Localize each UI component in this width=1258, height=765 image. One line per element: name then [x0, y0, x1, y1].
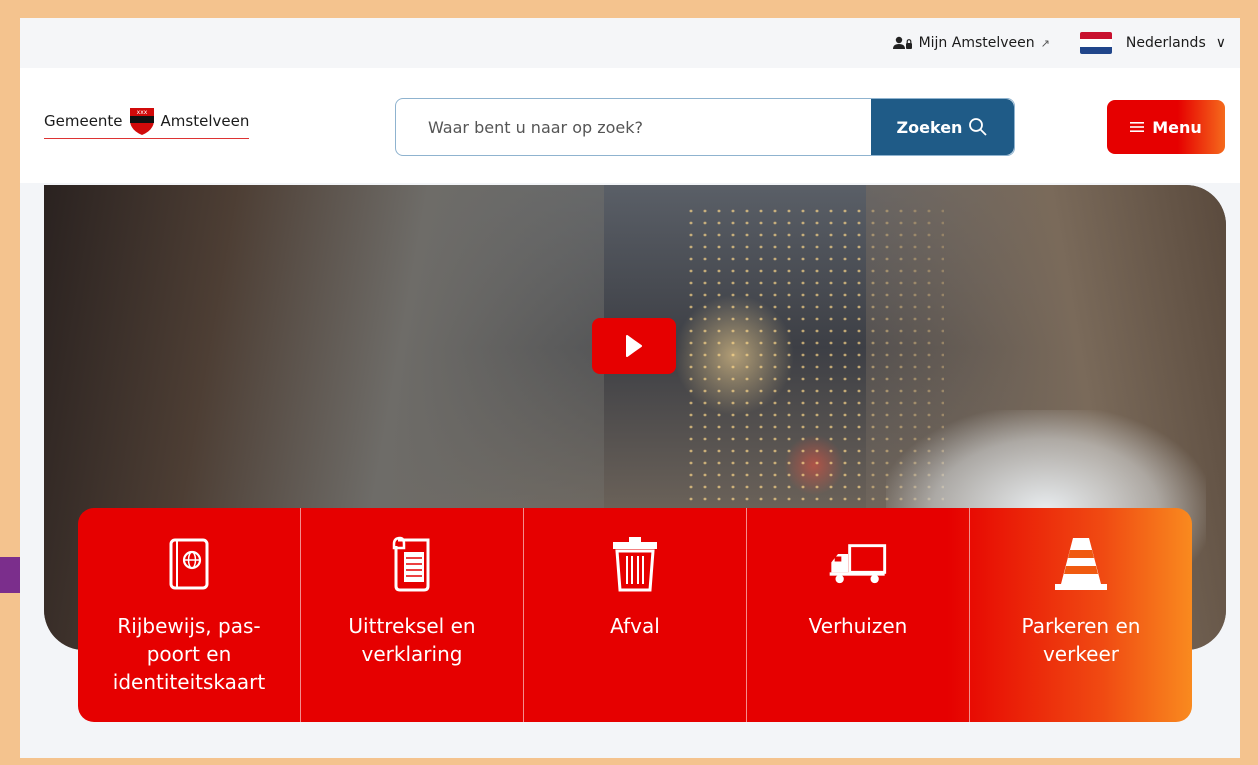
- play-video-button[interactable]: [592, 318, 676, 374]
- search-button-label: Zoeken: [896, 117, 963, 137]
- quick-link-uittreksel[interactable]: Uittreksel en verklaring: [301, 508, 524, 722]
- utility-bar: Mijn Amstelveen ↗ Nederlands ∨: [20, 18, 1240, 68]
- quick-link-verhuizen[interactable]: Verhuizen: [747, 508, 970, 722]
- user-lock-icon: [892, 36, 912, 49]
- search-button[interactable]: Zoeken: [871, 99, 1014, 155]
- traffic-cone-icon: [1051, 534, 1111, 594]
- external-link-icon: ↗: [1040, 36, 1050, 50]
- svg-text:xxx: xxx: [136, 109, 147, 116]
- menu-button[interactable]: Menu: [1107, 100, 1225, 154]
- menu-button-label: Menu: [1152, 117, 1202, 137]
- quick-link-label: Afval: [610, 614, 660, 638]
- search-form: Zoeken: [395, 98, 1015, 156]
- quick-link-afval[interactable]: Afval: [524, 508, 747, 722]
- language-label: Nederlands: [1125, 35, 1206, 51]
- dutch-flag-icon: [1079, 32, 1112, 54]
- logo-text-gemeente: Gemeente: [44, 112, 123, 130]
- document-icon: [382, 534, 442, 594]
- logo-underline: [44, 138, 249, 139]
- amstelveen-shield-icon: xxx: [129, 108, 154, 135]
- site-header: Gemeente xxx Amstelveen Zoeken: [20, 68, 1240, 183]
- passport-icon: [159, 534, 219, 594]
- quick-link-parkeren[interactable]: Parkeren en verkeer: [970, 508, 1192, 722]
- language-selector[interactable]: Nederlands ∨: [1079, 32, 1226, 54]
- site-logo[interactable]: Gemeente xxx Amstelveen: [44, 106, 250, 139]
- quick-link-rijbewijs[interactable]: Rijbewijs, pas-poort en identiteitskaart: [78, 508, 301, 722]
- play-icon: [626, 335, 642, 357]
- chevron-down-icon: ∨: [1215, 35, 1226, 51]
- hamburger-icon: [1130, 122, 1145, 132]
- mijn-amstelveen-link[interactable]: Mijn Amstelveen ↗: [892, 35, 1050, 51]
- quick-links: Rijbewijs, pas-poort en identiteitskaart…: [78, 508, 1192, 722]
- search-input[interactable]: [396, 99, 871, 155]
- search-icon: [969, 118, 988, 136]
- quick-link-label: Rijbewijs, pas-poort en identiteitskaart: [112, 614, 266, 694]
- quick-link-label: Uittreksel en verklaring: [348, 614, 476, 666]
- logo-text-amstelveen: Amstelveen: [160, 112, 250, 130]
- trash-icon: [605, 534, 665, 594]
- browser-viewport: Mijn Amstelveen ↗ Nederlands ∨ Gemeente …: [20, 18, 1240, 758]
- moving-truck-icon: [828, 534, 888, 594]
- mijn-amstelveen-label: Mijn Amstelveen: [918, 35, 1035, 51]
- quick-link-label: Verhuizen: [808, 614, 908, 638]
- quick-link-label: Parkeren en verkeer: [1021, 614, 1141, 666]
